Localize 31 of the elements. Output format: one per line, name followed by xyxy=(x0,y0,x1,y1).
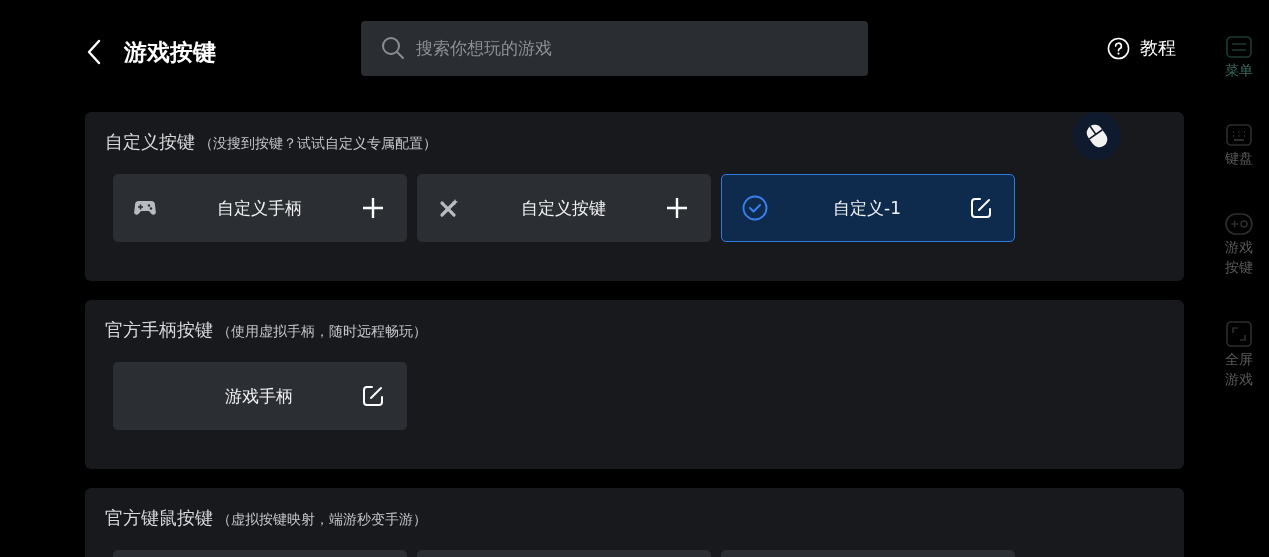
menu-icon xyxy=(1225,36,1252,58)
search-icon xyxy=(381,35,405,60)
edit-button[interactable] xyxy=(362,385,384,407)
card-label: 自定义手柄 xyxy=(215,196,303,220)
tutorial-button[interactable]: 教程 xyxy=(1107,36,1176,60)
section-title: 官方键鼠按键 xyxy=(105,506,213,530)
card-label: 自定义-1 xyxy=(832,196,902,220)
key-card[interactable]: 自定义-1 xyxy=(721,174,1015,242)
back-icon xyxy=(87,39,101,65)
add-button[interactable] xyxy=(666,197,688,219)
key-card[interactable]: 自定义按键 xyxy=(417,174,711,242)
section-title: 官方手柄按键 xyxy=(105,318,213,342)
gamepad-icon xyxy=(1224,212,1253,235)
card-label: 自定义按键 xyxy=(519,196,607,220)
section-title: 自定义按键 xyxy=(105,130,195,154)
check-circle-icon xyxy=(742,195,768,221)
fullscreen-icon xyxy=(1225,321,1252,348)
key-card[interactable]: 自定义手柄 xyxy=(113,174,407,242)
key-card[interactable]: 游戏手柄 xyxy=(113,362,407,430)
sidebar-item[interactable]: 菜单 xyxy=(1223,36,1254,81)
add-button[interactable] xyxy=(362,197,384,219)
gamepad-icon xyxy=(134,199,156,217)
card-label: 游戏手柄 xyxy=(224,384,294,408)
section-note: （虚拟按键映射，端游秒变手游） xyxy=(217,511,427,529)
edit-button[interactable] xyxy=(970,197,992,219)
help-icon xyxy=(1107,36,1130,60)
section-note: （使用虚拟手柄，随时远程畅玩） xyxy=(217,323,427,341)
section-note: （没搜到按键？试试自定义专属配置） xyxy=(199,135,437,153)
keyboard-icon xyxy=(1225,124,1252,147)
page-title: 游戏按键 xyxy=(124,37,217,67)
search-field[interactable]: 搜索你想玩的游戏 xyxy=(361,20,868,76)
